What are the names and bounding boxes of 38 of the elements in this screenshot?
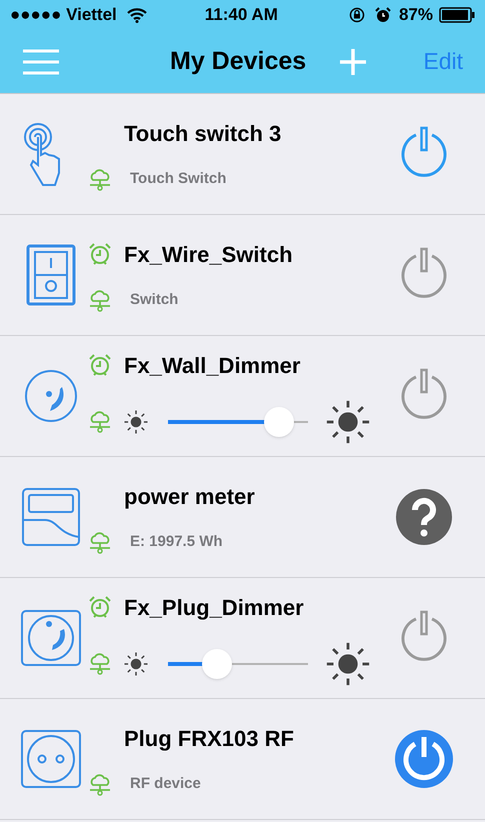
device-name: Plug FRX103 RF [124, 724, 294, 753]
cloud-network-icon [88, 530, 112, 554]
cloud-network-icon [88, 652, 112, 676]
edit-button[interactable]: Edit [423, 44, 463, 79]
rotation-lock-icon [348, 7, 365, 23]
alarm-icon [374, 7, 391, 23]
device-name: Fx_Plug_Dimmer [124, 594, 304, 622]
device-type: Switch [130, 290, 178, 310]
device-type: RF device [130, 774, 201, 794]
battery-percent: 87% [398, 4, 433, 26]
cloud-network-icon [88, 168, 112, 192]
device-type: E: 1997.5 Wh [130, 532, 223, 552]
menu-button[interactable] [22, 48, 60, 74]
carrier-name: ●●●●● Viettel [10, 4, 117, 26]
dial-icon [20, 609, 82, 667]
dim-sun-icon [124, 410, 148, 434]
screen-title: My Devices [170, 46, 306, 77]
device-name: Fx_Wire_Switch [124, 240, 293, 268]
device-name: power meter [124, 482, 255, 511]
device-name: Touch switch 3 [124, 120, 282, 148]
brightness-slider[interactable] [168, 406, 308, 436]
dial-icon [24, 369, 78, 423]
wall-switch-icon [26, 244, 76, 306]
battery-icon [439, 7, 475, 23]
power-socket-icon [20, 729, 82, 789]
bright-sun-icon [326, 642, 370, 686]
add-button[interactable] [338, 46, 368, 76]
wifi-icon [126, 8, 147, 22]
dim-sun-icon [124, 652, 148, 676]
bright-sun-icon [326, 400, 370, 444]
cloud-network-icon [88, 410, 112, 434]
device-name: Fx_Wall_Dimmer [124, 352, 300, 380]
device-type: Touch Switch [130, 169, 226, 190]
brightness-slider[interactable] [168, 648, 308, 678]
cloud-network-icon [88, 772, 112, 796]
cloud-network-icon [88, 288, 112, 312]
meter-icon [21, 487, 81, 547]
clock-time: 11:40 AM [204, 4, 278, 26]
